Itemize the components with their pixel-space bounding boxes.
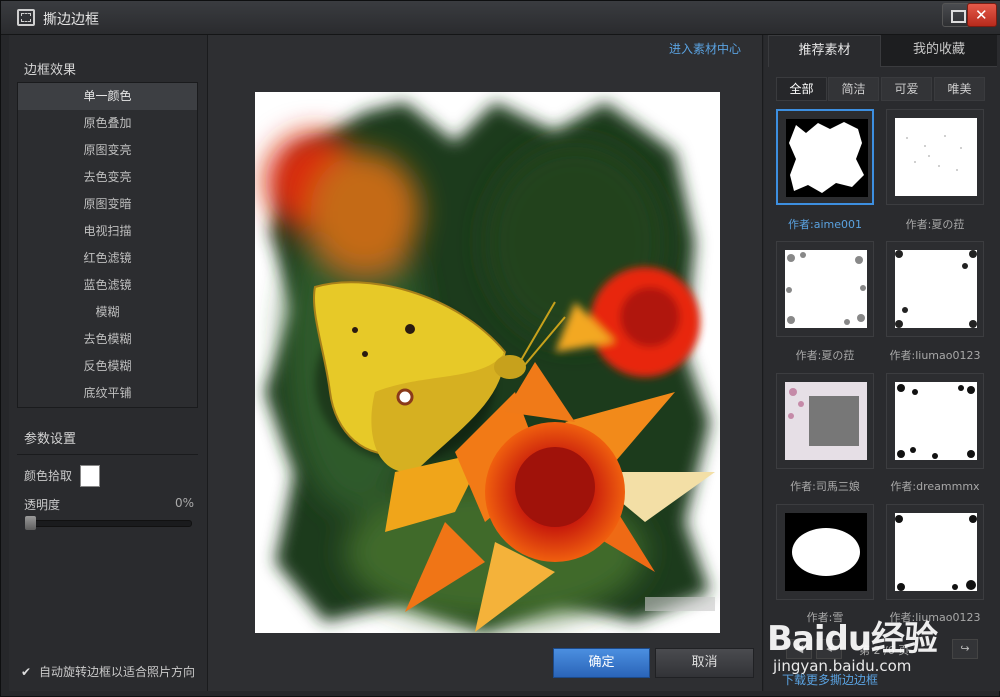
opacity-label: 透明度 — [24, 498, 61, 512]
frame-thumbnail[interactable] — [886, 241, 984, 337]
filter-simple[interactable]: 简洁 — [828, 77, 879, 101]
frame-preview — [785, 250, 867, 328]
thumbnail-caption: 作者:aime001 — [788, 218, 862, 231]
thumbnail-caption: 作者:liumao0123 — [889, 611, 981, 624]
photo-preview — [255, 92, 720, 633]
thumbnail-caption: 作者:夏の菈 — [795, 349, 855, 362]
opacity-value: 0% — [175, 496, 195, 510]
materials-panel: 推荐素材 我的收藏 全部 简洁 可爱 唯美 作者:aime001 作者:夏の菈 … — [764, 35, 1000, 691]
frame-preview — [895, 118, 977, 196]
effect-item[interactable]: 模糊 — [18, 299, 197, 326]
checkbox-checked-icon[interactable]: ✔ — [21, 666, 33, 678]
next-page-button[interactable]: ↪ — [952, 639, 978, 659]
material-center-link[interactable]: 进入素材中心 — [669, 40, 741, 57]
download-more-link[interactable]: 下载更多撕边边框 — [782, 671, 878, 688]
cancel-button[interactable]: 取消 — [655, 648, 754, 678]
effect-item[interactable]: 蓝色滤镜 — [18, 272, 197, 299]
prev-button[interactable]: ◂ — [816, 639, 842, 659]
frame-preview — [895, 382, 977, 460]
filter-cute[interactable]: 可爱 — [881, 77, 932, 101]
butterfly-flower-photo — [255, 92, 720, 633]
effect-item[interactable]: 原图变亮 — [18, 137, 197, 164]
filter-all[interactable]: 全部 — [776, 77, 827, 101]
window-title: 撕边边框 — [43, 12, 99, 28]
page-indicator: 第 2 /6 页 — [859, 644, 910, 657]
confirm-button[interactable]: 确定 — [553, 648, 650, 678]
opacity-slider-track[interactable] — [27, 520, 192, 527]
left-panel: 边框效果 单一颜色 原色叠加 原图变亮 去色变亮 原图变暗 电视扫描 红色滤镜 … — [9, 35, 207, 691]
thumbnail-caption: 作者:雪 — [806, 611, 844, 624]
opacity-slider-thumb[interactable] — [25, 516, 36, 530]
effect-item[interactable]: 红色滤镜 — [18, 245, 197, 272]
frame-thumbnail[interactable] — [886, 373, 984, 469]
close-button[interactable] — [967, 3, 997, 27]
frame-thumbnail[interactable] — [776, 241, 874, 337]
frame-thumbnail[interactable] — [776, 109, 874, 205]
effects-title: 边框效果 — [24, 63, 77, 78]
color-swatch[interactable] — [80, 465, 100, 487]
effect-item[interactable]: 原色叠加 — [18, 110, 197, 137]
frame-preview — [785, 382, 867, 460]
effects-list: 单一颜色 原色叠加 原图变亮 去色变亮 原图变暗 电视扫描 红色滤镜 蓝色滤镜 … — [17, 82, 198, 408]
preview-area: 进入素材中心 确定 取消 — [207, 35, 763, 691]
tab-favorites[interactable]: 我的收藏 — [881, 35, 997, 67]
frame-thumbnail[interactable] — [886, 504, 984, 600]
thumbnail-caption: 作者:夏の菈 — [905, 218, 965, 231]
frame-preview — [895, 513, 977, 591]
frame-thumbnail[interactable] — [776, 373, 874, 469]
params-title: 参数设置 — [24, 432, 77, 447]
effect-item[interactable]: 电视扫描 — [18, 218, 197, 245]
effect-item[interactable]: 去色模糊 — [18, 326, 197, 353]
window: 撕边边框 边框效果 单一颜色 原色叠加 原图变亮 去色变亮 原图变暗 电视扫描 … — [0, 0, 1000, 697]
tab-recommended[interactable]: 推荐素材 — [768, 35, 881, 67]
effect-item[interactable]: 反色模糊 — [18, 353, 197, 380]
effect-item[interactable]: 底纹平铺 — [18, 380, 197, 407]
auto-rotate-option[interactable]: ✔ 自动旋转边框以适合照片方向 — [21, 663, 195, 680]
maximize-button[interactable] — [942, 3, 970, 27]
color-pick-label: 颜色拾取 — [24, 469, 73, 483]
auto-rotate-label: 自动旋转边框以适合照片方向 — [39, 665, 196, 679]
thumbnail-caption: 作者:司馬三娘 — [790, 480, 860, 493]
thumbnail-caption: 作者:dreammmx — [890, 480, 980, 493]
frame-preview — [786, 119, 868, 197]
frame-thumbnail[interactable] — [886, 109, 984, 205]
divider — [17, 454, 198, 455]
prev-page-button[interactable]: ◀ — [786, 639, 812, 659]
effect-item[interactable]: 单一颜色 — [18, 83, 197, 110]
filter-beautiful[interactable]: 唯美 — [934, 77, 985, 101]
frame-thumbnail[interactable] — [776, 504, 874, 600]
title-bar: 撕边边框 — [1, 1, 1000, 35]
frame-preview — [895, 250, 977, 328]
thumbnail-caption: 作者:liumao0123 — [889, 349, 981, 362]
frame-preview — [785, 513, 867, 591]
effect-item[interactable]: 去色变亮 — [18, 164, 197, 191]
effect-item[interactable]: 原图变暗 — [18, 191, 197, 218]
pagination: ◀ ◂ 第 2 /6 页 ↪ — [764, 639, 1000, 663]
frame-icon — [17, 9, 35, 26]
